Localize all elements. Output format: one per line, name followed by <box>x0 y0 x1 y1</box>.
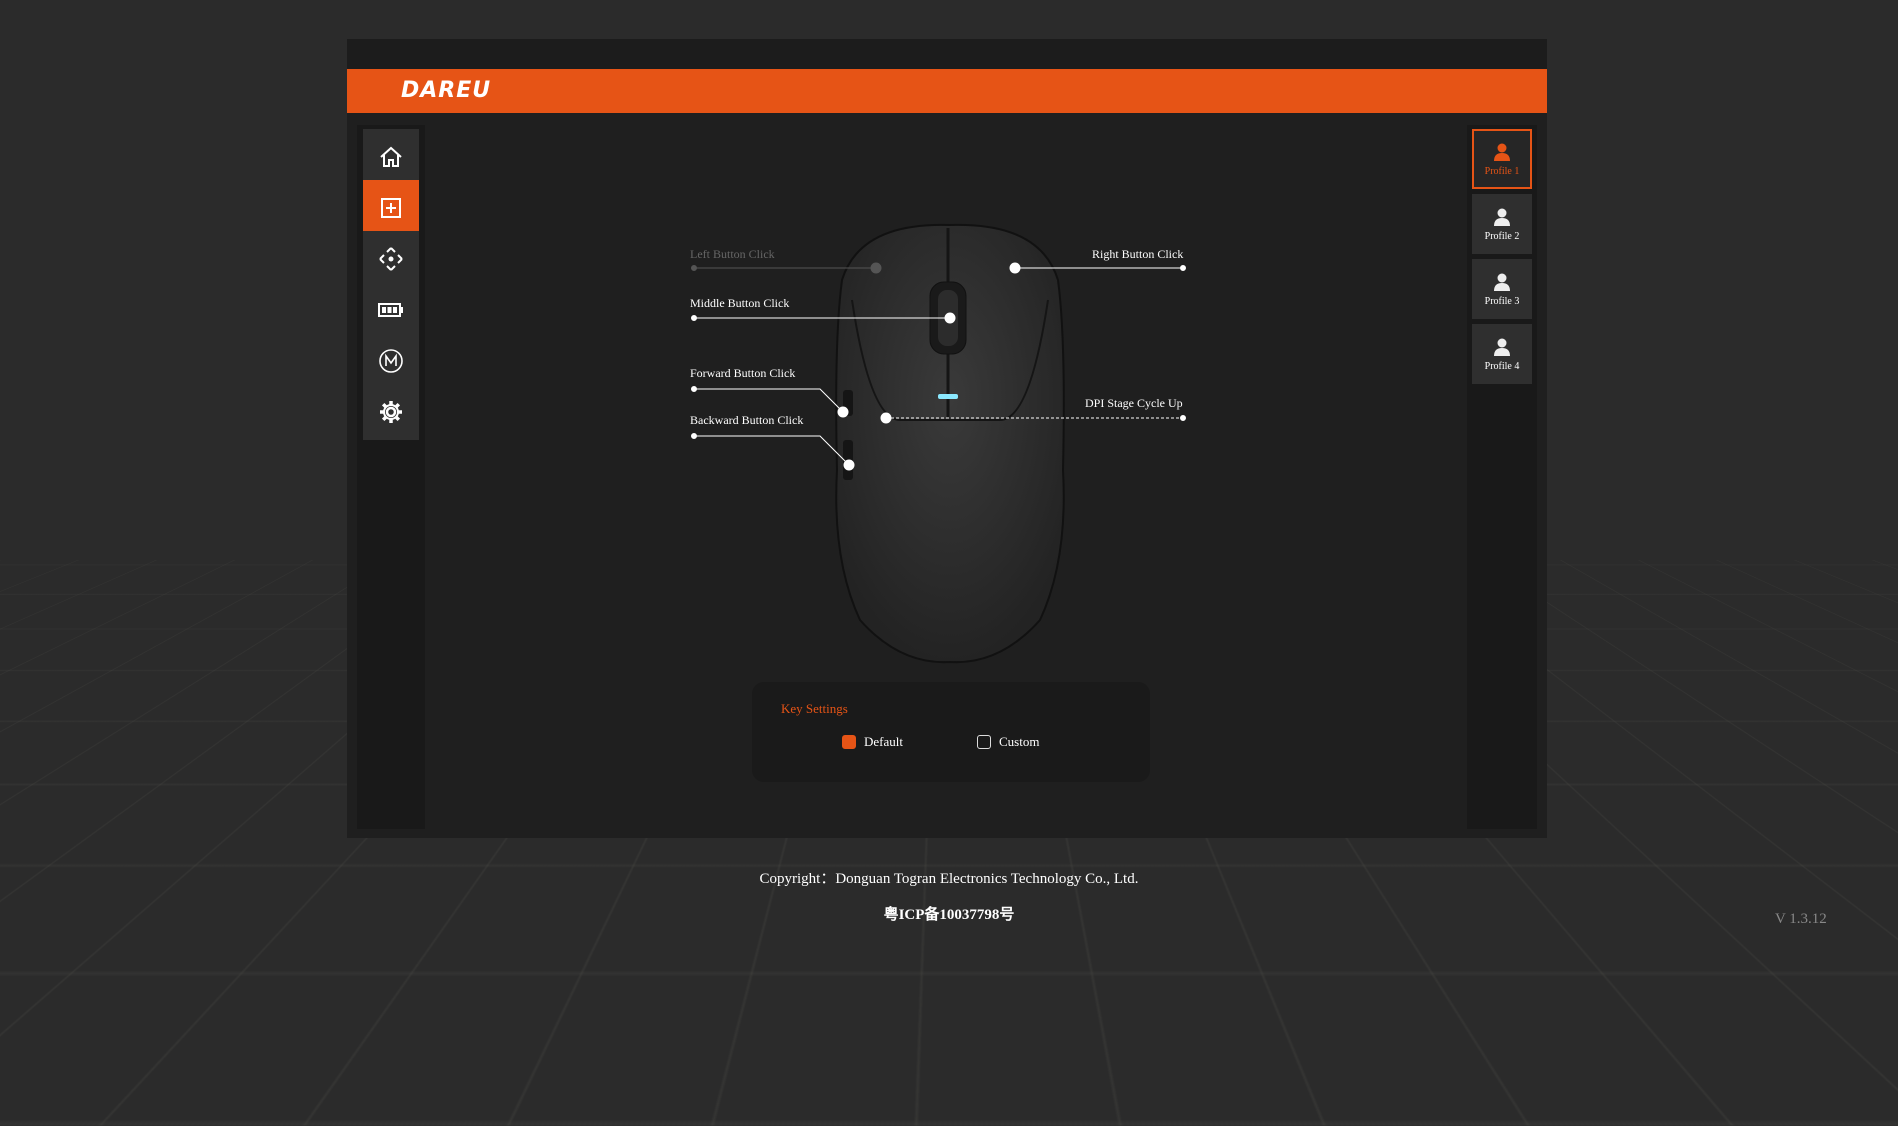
custom-checkbox[interactable] <box>977 735 991 749</box>
nav-settings-button[interactable] <box>363 384 419 440</box>
user-icon <box>1494 338 1510 356</box>
dareu-logo: DAREU <box>401 78 492 103</box>
left-button-callout[interactable]: Left Button Click <box>690 247 775 262</box>
profile-4-button[interactable]: Profile 4 <box>1472 324 1532 384</box>
right-button-callout[interactable]: Right Button Click <box>1092 247 1183 262</box>
key-settings-title: Key Settings <box>781 701 848 716</box>
key-assign-icon <box>381 198 401 218</box>
profile-1-button[interactable]: Profile 1 <box>1472 129 1532 189</box>
title-bar[interactable] <box>347 39 1547 69</box>
header-bar: DAREU <box>347 69 1547 113</box>
profile-label: Profile 2 <box>1484 231 1520 242</box>
nav-home-button[interactable] <box>363 129 419 185</box>
backward-button-callout[interactable]: Backward Button Click <box>690 413 803 428</box>
forward-button-callout[interactable]: Forward Button Click <box>690 366 795 381</box>
user-icon <box>1494 208 1510 226</box>
nav-key-assign-button[interactable] <box>363 180 419 236</box>
nav-dpi-button[interactable] <box>363 231 419 287</box>
left-nav <box>357 125 425 829</box>
profile-2-button[interactable]: Profile 2 <box>1472 194 1532 254</box>
default-checkbox[interactable] <box>842 735 856 749</box>
nav-macro-button[interactable] <box>363 333 419 389</box>
custom-option[interactable]: Custom <box>977 734 1039 750</box>
battery-icon <box>378 303 403 317</box>
custom-label: Custom <box>999 734 1040 749</box>
default-label: Default <box>864 734 903 749</box>
profile-label: Profile 4 <box>1484 361 1520 372</box>
nav-battery-button[interactable] <box>363 282 419 338</box>
default-option[interactable]: Default <box>842 734 903 750</box>
profile-panel: Profile 1 Profile 2 Profile 3 Profile 4 <box>1467 125 1537 829</box>
profile-label: Profile 1 <box>1484 166 1520 177</box>
version-label: V 1.3.12 <box>1775 911 1827 927</box>
icp-license-text: 粤ICP备10037798号 <box>883 907 1015 923</box>
user-icon <box>1494 143 1510 161</box>
dpi-button-callout[interactable]: DPI Stage Cycle Up <box>1085 396 1183 411</box>
macro-icon <box>379 349 403 373</box>
key-settings-panel: Key Settings Default Custom <box>752 682 1150 782</box>
home-icon <box>380 146 402 167</box>
profile-3-button[interactable]: Profile 3 <box>1472 259 1532 319</box>
user-icon <box>1494 273 1510 291</box>
settings-icon <box>380 401 402 423</box>
dpi-icon <box>379 247 403 271</box>
middle-button-callout[interactable]: Middle Button Click <box>690 296 789 311</box>
profile-label: Profile 3 <box>1484 296 1520 307</box>
copyright-text: Copyright：Donguan Togran Electronics Tec… <box>759 871 1139 887</box>
